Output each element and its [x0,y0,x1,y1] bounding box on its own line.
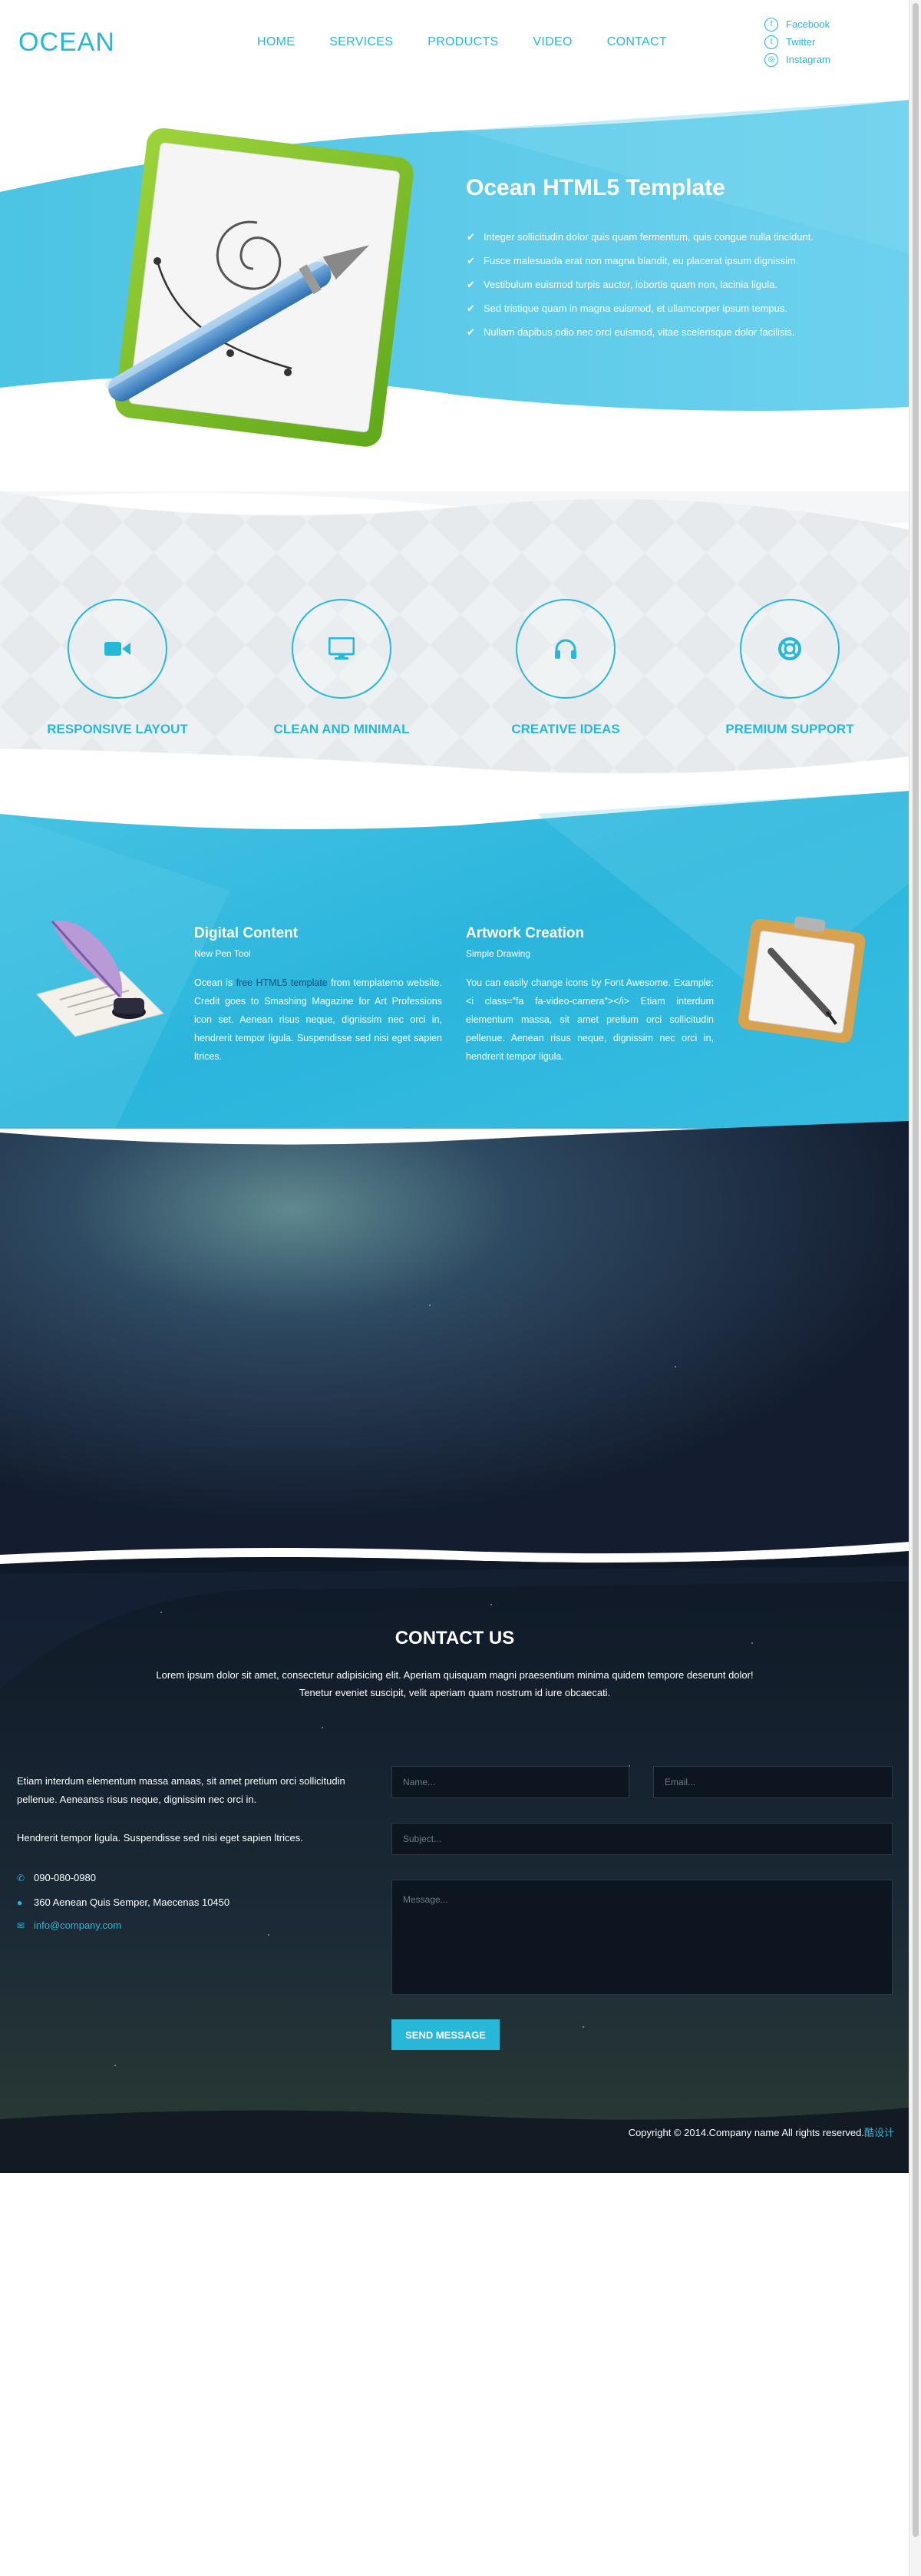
web-page: OCEAN HOME SERVICES PRODUCTS VIDEO CONTA… [0,0,909,2173]
hero-item-text: Sed tristique quam in magna euismod, et … [484,303,787,314]
message-textarea[interactable]: Message... [391,1880,893,1995]
list-item: ✔ Integer sollicitudin dolor quis quam fe… [467,225,814,249]
phone-icon: ✆ [17,1872,25,1883]
social-facebook-label: Facebook [786,18,830,30]
list-item: ✔ Nullam dapibus odio nec orci euismod, v… [467,320,814,344]
digital-content-title: Digital Content [194,925,299,941]
free-template-link[interactable]: free HTML5 template [236,977,328,988]
feature-premium-support[interactable]: PREMIUM SUPPORT [698,599,882,737]
social-links: f Facebook t Twitter ◎ Instagram [764,15,830,68]
contact-title: CONTACT US [394,1628,515,1648]
hero-feature-list: ✔ Integer sollicitudin dolor quis quam fe… [467,225,814,344]
email-link[interactable]: info@company.com [34,1920,121,1931]
contact-email: ✉ info@company.com [17,1920,121,1931]
social-instagram-link[interactable]: ◎ Instagram [764,51,830,68]
twitter-icon: t [764,35,778,49]
email-input[interactable]: Email... [653,1766,893,1798]
headphones-icon [555,639,576,659]
quill-ink-illustration [36,920,164,1037]
nav-video[interactable]: VIDEO [533,35,572,49]
digital-content-subtitle: New Pen Tool [194,948,251,959]
site-logo[interactable]: OCEAN [18,28,115,58]
contact-lead-line: Tenetur eveniet suscipit, velit aperiam … [299,1687,611,1698]
check-icon: ✔ [467,326,475,338]
vertical-scrollbar[interactable] [909,0,921,2576]
video-camera-icon [104,642,130,656]
feature-icon-circle [740,599,840,699]
artwork-creation-subtitle: Simple Drawing [466,948,531,959]
address-value: 360 Aenean Quis Semper, Maecenas 10450 [34,1896,230,1908]
list-item: ✔ Vestibulum euismod turpis auctor, lobor… [467,273,814,296]
nav-products[interactable]: PRODUCTS [427,35,498,49]
contact-lead: Lorem ipsum dolor sit amet, consectetur … [138,1666,771,1701]
contact-phone: ✆ 090-080-0980 [17,1872,96,1883]
feature-icon-circle [516,599,616,699]
contact-address: ● 360 Aenean Quis Semper, Maecenas 10450 [17,1896,229,1908]
feature-label: CREATIVE IDEAS [511,722,620,736]
check-icon: ✔ [467,302,475,314]
artwork-creation-text: You can easily change icons by Font Awes… [466,977,714,1062]
life-ring-icon [778,637,801,660]
feature-responsive-layout[interactable]: RESPONSIVE LAYOUT [25,599,210,737]
map-marker-icon: ● [17,1896,23,1908]
social-facebook-link[interactable]: f Facebook [764,15,830,33]
contact-paragraph: Etiam interdum elementum massa amaas, si… [17,1775,345,1805]
hero-item-text: Integer sollicitudin dolor quis quam fer… [484,231,814,243]
artwork-creation-title: Artwork Creation [466,925,585,941]
feature-label: PREMIUM SUPPORT [725,722,854,736]
list-item: ✔ Fusce malesuada erat non magna blandit,… [467,249,814,273]
subject-input[interactable]: Subject... [391,1823,893,1855]
contact-paragraph: Hendrerit tempor ligula. Suspendisse sed… [17,1832,303,1844]
feature-creative-ideas[interactable]: CREATIVE IDEAS [474,599,658,737]
social-twitter-label: Twitter [786,36,816,48]
social-twitter-link[interactable]: t Twitter [764,33,830,51]
name-input[interactable]: Name... [391,1766,629,1798]
check-icon: ✔ [467,230,475,243]
hero-item-text: Vestibulum euismod turpis auctor, lobort… [484,279,777,290]
drawing-board-illustration [738,916,866,1043]
feature-label: RESPONSIVE LAYOUT [47,722,188,736]
phone-value: 090-080-0980 [34,1872,96,1883]
check-icon: ✔ [467,254,475,266]
pen-tool-illustration [104,127,414,447]
footer-link[interactable]: 酷设计 [864,2127,894,2138]
contact-lead-line: Lorem ipsum dolor sit amet, consectetur … [156,1669,754,1681]
envelope-icon: ✉ [17,1920,25,1931]
nav-home[interactable]: HOME [257,35,295,49]
copyright-text: Copyright © 2014.Company name All rights… [628,2127,864,2138]
main-nav: HOME SERVICES PRODUCTS VIDEO CONTACT [257,35,701,49]
hero-item-text: Fusce malesuada erat non magna blandit, … [484,255,799,266]
digital-content-text-before: Ocean is [194,977,236,988]
facebook-icon: f [764,17,778,31]
instagram-icon: ◎ [764,52,778,67]
digital-content-text: Ocean is free HTML5 template from templa… [194,974,442,1066]
hero-item-text: Nullam dapibus odio nec orci euismod, vi… [484,326,795,338]
hero-title: Ocean HTML5 Template [466,175,725,200]
scrollbar-thumb[interactable] [913,3,919,2537]
feature-clean-and-minimal[interactable]: CLEAN AND MINIMAL [249,599,434,737]
feature-icon-circle [292,599,391,699]
feature-label: CLEAN AND MINIMAL [273,722,410,736]
nav-services[interactable]: SERVICES [329,35,393,49]
check-icon: ✔ [467,278,475,290]
copyright: Copyright © 2014.Company name All rights… [629,2125,894,2139]
social-instagram-label: Instagram [786,54,830,65]
send-message-button[interactable]: SEND MESSAGE [391,2019,500,2050]
monitor-icon [328,637,355,660]
nav-contact[interactable]: CONTACT [607,35,667,49]
list-item: ✔ Sed tristique quam in magna euismod, et… [467,296,814,320]
digital-content-text-after: from templatemo website. Credit goes to … [194,977,442,1062]
feature-icon-circle [68,599,167,699]
